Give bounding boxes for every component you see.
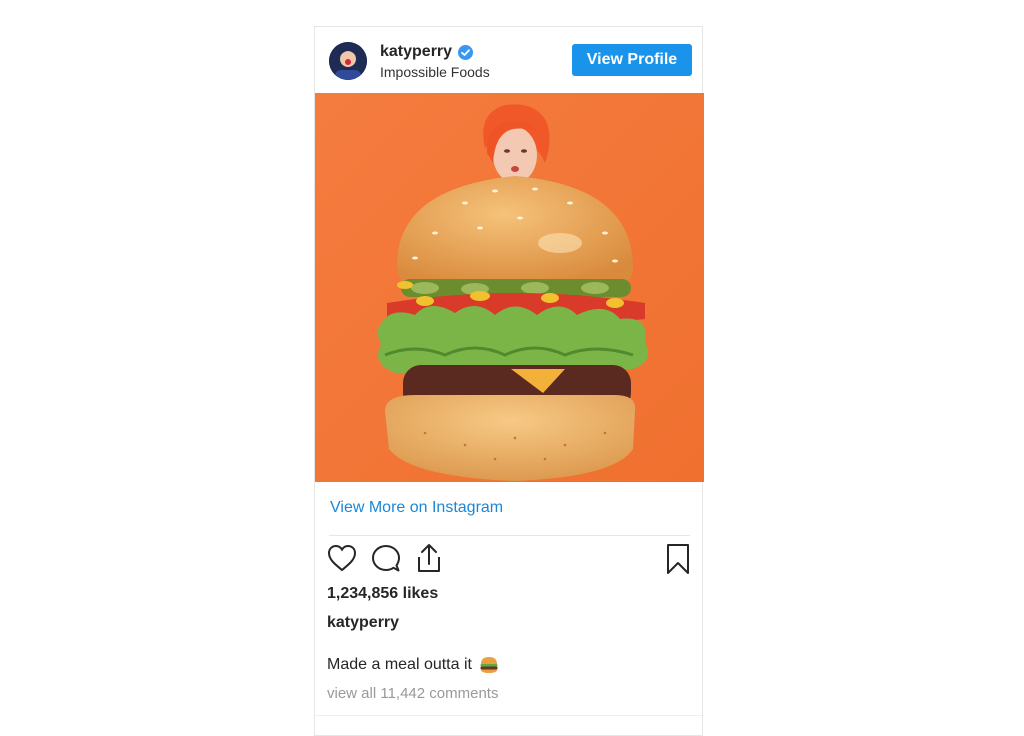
caption-text: Made a meal outta it bbox=[327, 656, 472, 673]
bookmark-icon[interactable] bbox=[665, 543, 691, 580]
view-profile-button[interactable]: View Profile bbox=[572, 44, 692, 76]
instagram-embed-card: katyperry Impossible Foods View Profile bbox=[314, 26, 704, 736]
verified-badge-icon bbox=[458, 44, 474, 60]
username-row[interactable]: katyperry bbox=[380, 43, 474, 61]
post-subtitle: Impossible Foods bbox=[380, 64, 490, 80]
hamburger-emoji-icon bbox=[479, 656, 499, 674]
post-image[interactable] bbox=[315, 93, 704, 482]
username[interactable]: katyperry bbox=[380, 43, 452, 61]
comment-bubble-icon[interactable] bbox=[371, 544, 401, 579]
view-more-on-instagram-link[interactable]: View More on Instagram bbox=[330, 499, 503, 517]
post-actions bbox=[315, 542, 704, 582]
post-header: katyperry Impossible Foods View Profile bbox=[315, 27, 704, 93]
caption-username[interactable]: katyperry bbox=[327, 614, 399, 632]
divider bbox=[315, 715, 704, 716]
heart-icon[interactable] bbox=[327, 544, 357, 577]
view-all-comments-link[interactable]: view all 11,442 comments bbox=[327, 685, 498, 702]
avatar[interactable] bbox=[329, 42, 367, 80]
share-icon[interactable] bbox=[415, 542, 443, 579]
caption: Made a meal outta it bbox=[327, 656, 499, 674]
divider bbox=[329, 535, 690, 536]
like-count[interactable]: 1,234,856 likes bbox=[327, 585, 438, 603]
